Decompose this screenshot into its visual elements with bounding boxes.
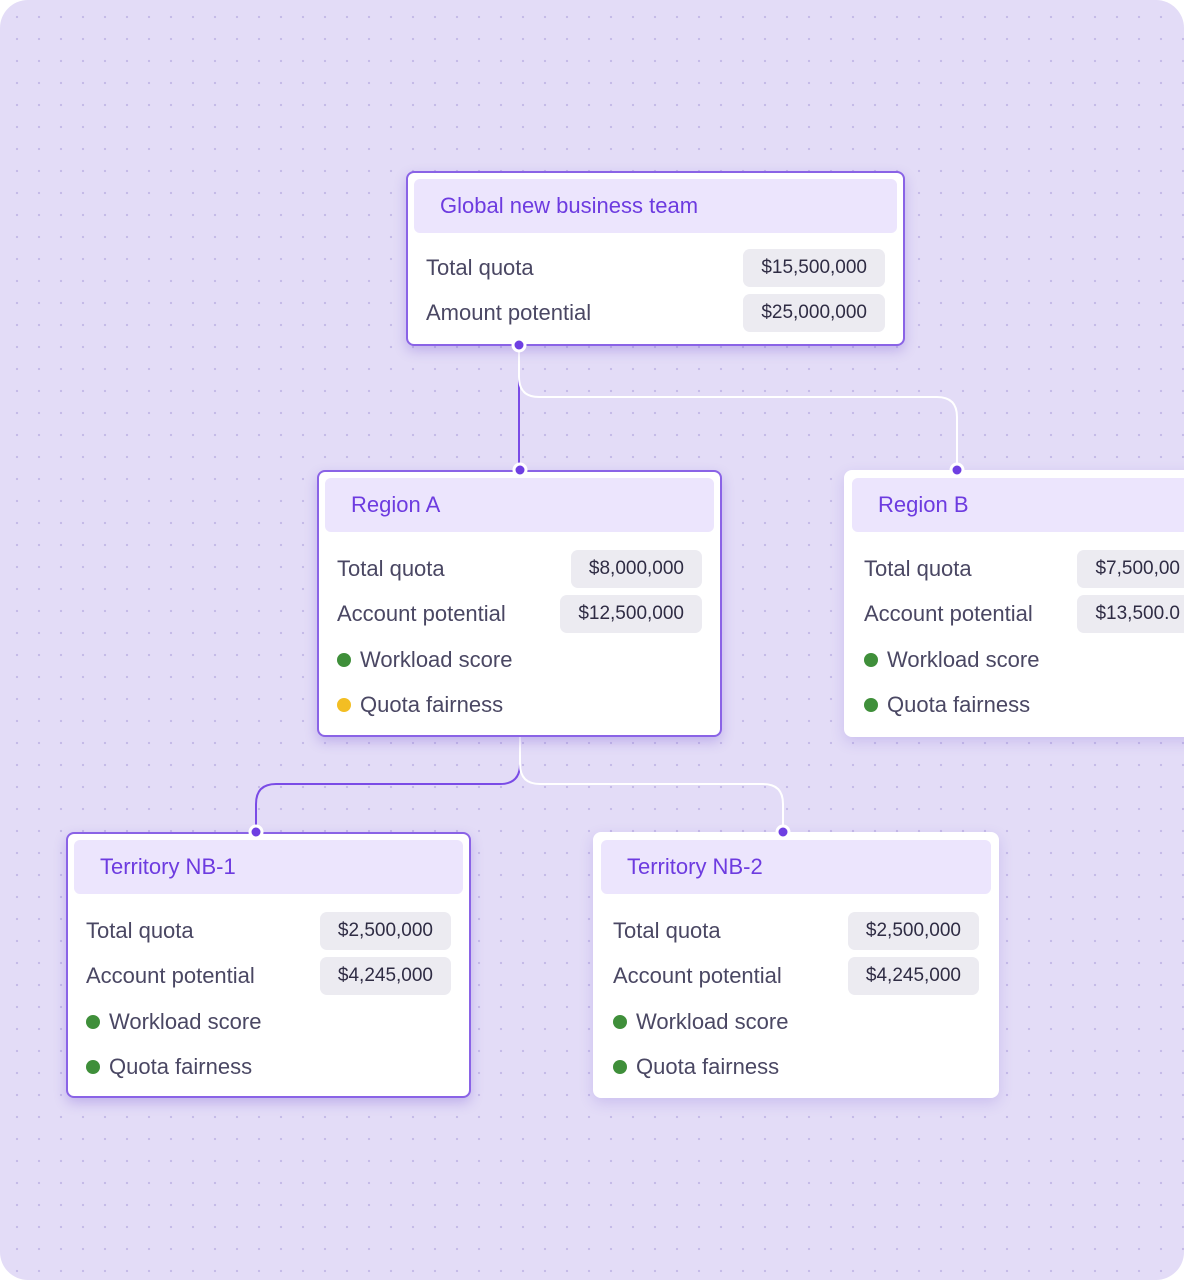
metric-quota-fairness: Quota fairness: [86, 1045, 451, 1091]
row-label: Account potential: [86, 963, 255, 989]
value-badge: $8,000,000: [570, 549, 702, 588]
metric-label: Workload score: [887, 646, 1040, 672]
status-dot: [337, 698, 351, 713]
row-total-quota: Total quota $2,500,000: [613, 908, 979, 954]
node-territory-nb-1[interactable]: Territory NB-1 Total quota $2,500,000 Ac…: [66, 832, 471, 1098]
node-title: Territory NB-1: [74, 840, 463, 894]
value-badge: $12,500,000: [560, 595, 702, 634]
row-account-potential: Account potential $4,245,000: [613, 954, 979, 1000]
row-label: Total quota: [864, 555, 972, 581]
metric-quota-fairness: Quota fairness: [337, 683, 702, 729]
row-label: Account potential: [864, 601, 1033, 627]
metric-label: Quota fairness: [109, 1054, 253, 1080]
metric-workload-score: Workload score: [613, 999, 979, 1045]
status-dot: [864, 698, 878, 713]
node-region-b[interactable]: Region B Total quota $7,500,00 Account p…: [844, 470, 1184, 737]
row-total-quota: Total quota $7,500,00: [864, 546, 1184, 592]
metric-workload-score: Workload score: [86, 999, 451, 1045]
metric-workload-score: Workload score: [337, 637, 702, 683]
row-label: Account potential: [337, 601, 506, 627]
row-label: Total quota: [86, 917, 194, 943]
node-title: Region B: [852, 478, 1184, 532]
connector-region-a-nb2: [519, 735, 784, 832]
status-dot: [613, 1060, 627, 1075]
metric-label: Quota fairness: [887, 692, 1031, 718]
value-badge: $4,245,000: [847, 957, 979, 996]
status-dot: [864, 652, 878, 667]
row-total-quota: Total quota $2,500,000: [86, 908, 451, 954]
node-region-a[interactable]: Region A Total quota $8,000,000 Account …: [317, 470, 722, 737]
port-region-b-in[interactable]: [949, 462, 965, 478]
row-label: Account potential: [613, 963, 782, 989]
node-title: Global new business team: [414, 179, 897, 233]
value-badge: $2,500,000: [319, 911, 451, 950]
row-label: Total quota: [426, 254, 534, 280]
connector-region-a-nb1: [255, 735, 521, 832]
node-territory-nb-2[interactable]: Territory NB-2 Total quota $2,500,000 Ac…: [593, 832, 999, 1098]
row-label: Total quota: [337, 555, 445, 581]
node-global-new-business-team[interactable]: Global new business team Total quota $15…: [406, 171, 905, 346]
metric-quota-fairness: Quota fairness: [613, 1045, 979, 1091]
value-badge: $13,500.0: [1077, 595, 1184, 634]
row-account-potential: Account potential $13,500.0: [864, 592, 1184, 638]
metric-workload-score: Workload score: [864, 637, 1184, 683]
value-badge: $15,500,000: [743, 248, 885, 287]
metric-label: Quota fairness: [636, 1054, 780, 1080]
row-account-potential: Account potential $12,500,000: [337, 592, 702, 638]
diagram-canvas: Global new business team Total quota $15…: [0, 0, 1184, 1280]
metric-label: Workload score: [636, 1008, 789, 1034]
metric-label: Quota fairness: [360, 692, 504, 718]
port-nb2-in[interactable]: [775, 824, 791, 840]
row-label: Amount potential: [426, 300, 592, 326]
row-account-potential: Account potential $4,245,000: [86, 954, 451, 1000]
metric-label: Workload score: [109, 1008, 262, 1034]
port-nb1-in[interactable]: [248, 824, 264, 840]
value-badge: $4,245,000: [319, 957, 451, 996]
status-dot: [86, 1060, 100, 1075]
status-dot: [613, 1014, 627, 1029]
node-title: Territory NB-2: [601, 840, 991, 894]
row-label: Total quota: [613, 917, 721, 943]
row-total-quota: Total quota $15,500,000: [426, 245, 885, 291]
value-badge: $2,500,000: [847, 911, 979, 950]
row-total-quota: Total quota $8,000,000: [337, 546, 702, 592]
node-title: Region A: [325, 478, 714, 532]
status-dot: [86, 1014, 100, 1029]
row-amount-potential: Amount potential $25,000,000: [426, 291, 885, 337]
port-region-a-in[interactable]: [512, 462, 528, 478]
port-global-out[interactable]: [511, 337, 527, 353]
metric-label: Workload score: [360, 646, 513, 672]
status-dot: [337, 652, 351, 667]
value-badge: $7,500,00: [1077, 549, 1184, 588]
value-badge: $25,000,000: [743, 294, 885, 333]
metric-quota-fairness: Quota fairness: [864, 683, 1184, 729]
connector-global-region-b: [518, 345, 958, 470]
